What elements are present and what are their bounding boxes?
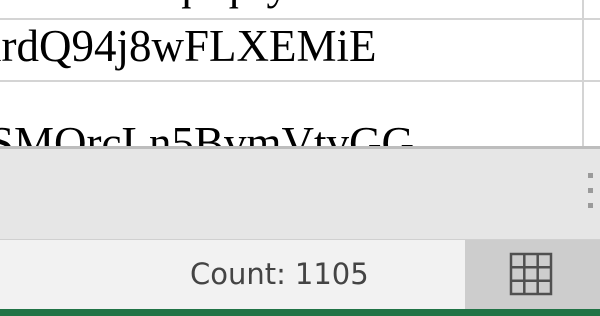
sheet-tab-bar	[0, 146, 600, 239]
handle-dot	[588, 203, 593, 208]
count-value: 1105	[294, 257, 369, 291]
grid-cell[interactable]: ilurdQ94j8wFLXEMiE	[0, 20, 584, 80]
normal-view-grid-icon	[509, 252, 553, 296]
status-count[interactable]: Count: 1105	[190, 254, 369, 294]
handle-dot	[588, 173, 593, 178]
table-row: ilurdQ94j8wFLXEMiE	[0, 20, 600, 82]
cell-value: Z5X6ETGvqPqZy5TT	[0, 0, 366, 8]
accent-strip	[0, 309, 600, 316]
handle-dot	[588, 188, 593, 193]
normal-view-button[interactable]	[465, 240, 600, 310]
worksheet-grid: Z5X6ETGvqPqZy5TT ilurdQ94j8wFLXEMiE xiSM…	[0, 0, 600, 146]
grid-cell[interactable]: xiSMOrcLn5BvmVtvGG	[0, 82, 584, 146]
cell-value: ilurdQ94j8wFLXEMiE	[0, 21, 377, 71]
table-row: Z5X6ETGvqPqZy5TT	[0, 0, 600, 20]
split-handle-icon[interactable]	[588, 173, 594, 215]
table-row: xiSMOrcLn5BvmVtvGG	[0, 82, 600, 146]
status-bar: Count: 1105	[0, 239, 600, 310]
cell-value: xiSMOrcLn5BvmVtvGG	[0, 118, 414, 146]
grid-cell[interactable]: Z5X6ETGvqPqZy5TT	[0, 0, 584, 18]
count-label: Count:	[190, 257, 286, 291]
spreadsheet-window: Z5X6ETGvqPqZy5TT ilurdQ94j8wFLXEMiE xiSM…	[0, 0, 600, 316]
